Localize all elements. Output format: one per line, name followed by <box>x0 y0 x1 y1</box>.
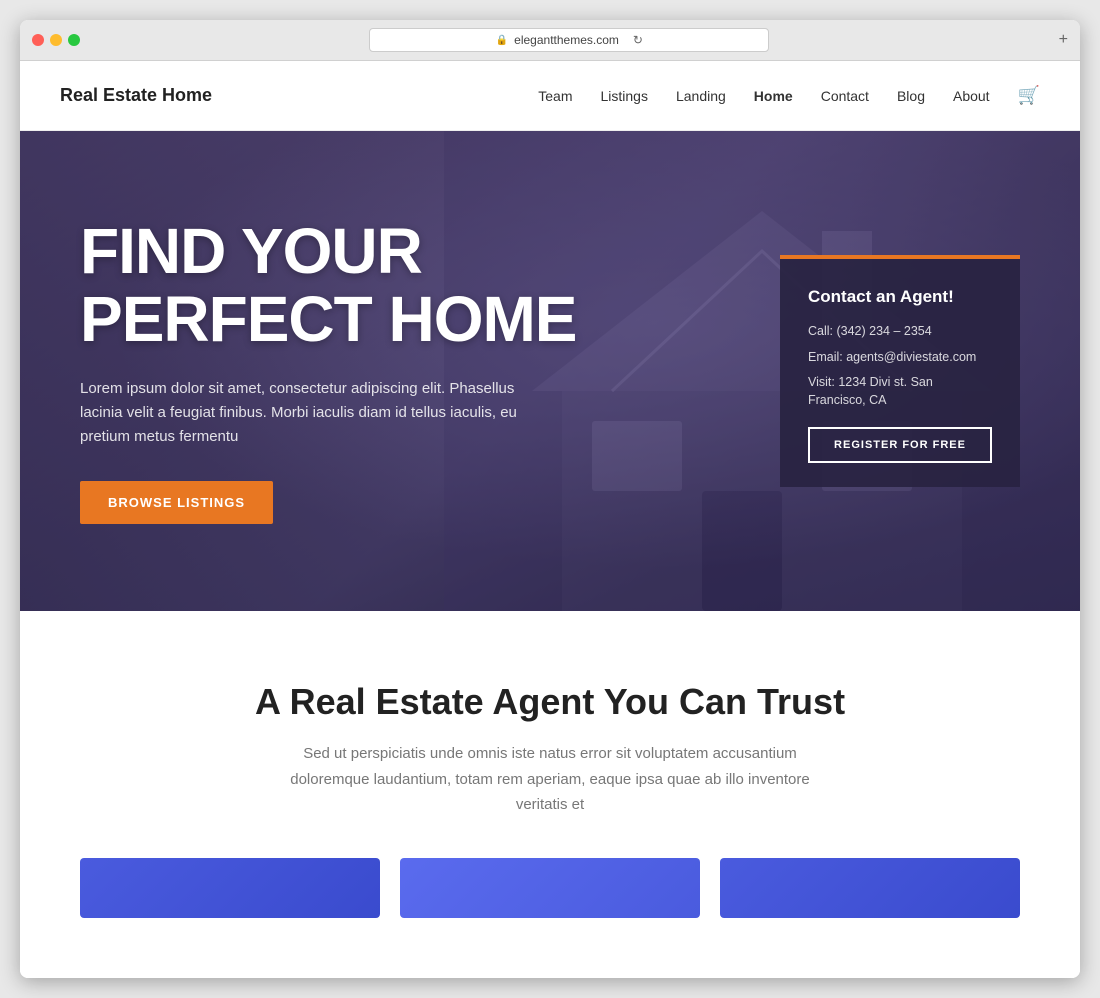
feature-card-2[interactable] <box>400 858 700 918</box>
navbar: Real Estate Home Team Listings Landing H… <box>20 61 1080 131</box>
browser-toolbar: 🔒 elegantthemes.com ↻ + <box>20 20 1080 61</box>
contact-phone: Call: (342) 234 – 2354 <box>808 323 992 341</box>
nav-landing[interactable]: Landing <box>676 88 726 104</box>
hero-description: Lorem ipsum dolor sit amet, consectetur … <box>80 377 560 449</box>
minimize-button[interactable] <box>50 34 62 46</box>
nav-about[interactable]: About <box>953 88 990 104</box>
nav-links: Team Listings Landing Home Contact Blog … <box>538 85 1040 106</box>
site-logo[interactable]: Real Estate Home <box>60 85 212 106</box>
feature-card-1[interactable] <box>80 858 380 918</box>
contact-email: Email: agents@diviestate.com <box>808 349 992 367</box>
nav-listings[interactable]: Listings <box>601 88 648 104</box>
trust-section: A Real Estate Agent You Can Trust Sed ut… <box>20 611 1080 978</box>
feature-card-3[interactable] <box>720 858 1020 918</box>
feature-cards <box>60 858 1040 918</box>
traffic-lights <box>32 34 80 46</box>
contact-visit: Visit: 1234 Divi st. San Francisco, CA <box>808 374 992 409</box>
trust-description: Sed ut perspiciatis unde omnis iste natu… <box>270 741 830 818</box>
maximize-button[interactable] <box>68 34 80 46</box>
register-button[interactable]: REGISTER FOR FREE <box>808 427 992 463</box>
nav-blog[interactable]: Blog <box>897 88 925 104</box>
browser-window: 🔒 elegantthemes.com ↻ + Real Estate Home… <box>20 20 1080 978</box>
new-tab-button[interactable]: + <box>1059 31 1068 49</box>
close-button[interactable] <box>32 34 44 46</box>
hero-section: FIND YOUR PERFECT HOME Lorem ipsum dolor… <box>20 131 1080 611</box>
contact-card: Contact an Agent! Call: (342) 234 – 2354… <box>780 255 1020 487</box>
address-bar[interactable]: 🔒 elegantthemes.com ↻ <box>369 28 769 52</box>
trust-title: A Real Estate Agent You Can Trust <box>60 681 1040 723</box>
url-text: elegantthemes.com <box>514 33 619 47</box>
nav-contact[interactable]: Contact <box>821 88 869 104</box>
lock-icon: 🔒 <box>496 35 508 46</box>
nav-home[interactable]: Home <box>754 88 793 104</box>
contact-card-title: Contact an Agent! <box>808 287 992 307</box>
website-content: Real Estate Home Team Listings Landing H… <box>20 61 1080 978</box>
nav-team[interactable]: Team <box>538 88 572 104</box>
browse-listings-button[interactable]: BROWSE LISTINGS <box>80 481 273 524</box>
cart-icon[interactable]: 🛒 <box>1018 85 1040 106</box>
reload-icon[interactable]: ↻ <box>633 33 643 47</box>
